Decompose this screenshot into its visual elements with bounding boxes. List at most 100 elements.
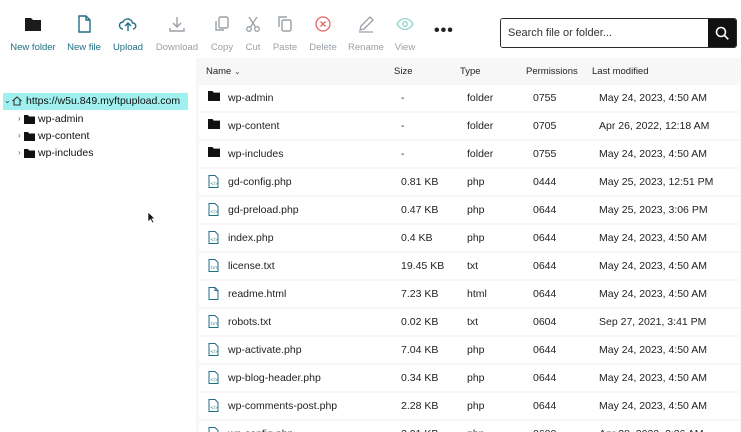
file-permissions: 0644 [533,232,557,244]
chevron-right-icon[interactable]: › [18,148,21,157]
file-name: robots.txt [228,316,272,328]
column-header-type[interactable]: Type [460,66,481,77]
table-row[interactable]: </> gd-preload.php 0.47 KB php 0644 May 25, 2… [199,197,740,223]
file-size: 0.81 KB [401,176,439,188]
search-input[interactable] [501,19,709,47]
column-header-modified[interactable]: Last modified [592,66,649,77]
file-size: 0.34 KB [401,372,439,384]
file-permissions: 0604 [533,316,557,328]
folder-icon [24,132,35,141]
search-button[interactable] [708,19,736,47]
file-name: readme.html [228,288,287,300]
svg-text:TXT: TXT [209,265,218,270]
new-folder-label: New folder [10,42,56,53]
file-type: txt [467,316,479,328]
file-icon [208,287,219,303]
more-options-icon[interactable]: ••• [434,22,454,40]
table-row[interactable]: </> wp-comments-post.php 2.28 KB php 0644 May… [199,393,740,419]
folder-icon [24,149,35,158]
search-icon [715,26,729,40]
file-name: wp-activate.php [228,344,302,356]
upload-label: Upload [112,42,144,53]
folder-tree: ⌄ https://w5u.849.myftpupload.com › wp-a… [0,58,196,432]
table-row[interactable]: readme.html 7.23 KB html 0644 May 24, 2023, … [199,281,740,307]
file-size: - [401,120,405,132]
chevron-right-icon[interactable]: › [18,114,21,123]
tree-item-label: wp-admin [38,113,84,125]
file-permissions: 0755 [533,92,557,104]
php-file-icon: </> [208,399,219,415]
file-modified: Apr 26, 2022, 12:18 AM [599,120,710,132]
file-modified: May 24, 2023, 4:50 AM [599,148,707,160]
file-size: 7.04 KB [401,344,439,356]
file-modified: May 24, 2023, 4:50 AM [599,372,707,384]
table-row[interactable]: </> gd-config.php 0.81 KB php 0444 May 25, 20… [199,169,740,195]
file-name: wp-config.php [228,428,293,432]
new-folder-button[interactable]: New folder [7,14,59,53]
tree-root-item[interactable]: ⌄ https://w5u.849.myftpupload.com [3,93,188,110]
file-size: 0.4 KB [401,232,433,244]
file-name: license.txt [228,260,275,272]
chevron-right-icon[interactable]: › [18,131,21,140]
upload-button[interactable]: Upload [102,14,154,53]
file-modified: May 24, 2023, 4:50 AM [599,260,707,272]
table-row[interactable]: </> wp-config.php 3.01 KB php 0600 Apr 28, 20… [199,421,740,432]
tree-item-label: wp-includes [38,147,94,159]
file-type: php [467,344,485,356]
file-size: - [401,92,405,104]
column-header-size[interactable]: Size [394,66,412,77]
file-size: - [401,148,405,160]
php-file-icon: </> [208,175,219,191]
file-size: 0.47 KB [401,204,439,216]
file-modified: Sep 27, 2021, 3:41 PM [599,316,707,328]
table-row[interactable]: wp-content - folder 0705 Apr 26, 2022, 12:18… [199,113,740,139]
file-type: php [467,232,485,244]
file-list: Name ⌄ Size Type Permissions Last modifi… [196,58,741,432]
table-row[interactable]: wp-admin - folder 0755 May 24, 2023, 4:50 AM [199,85,740,111]
table-row[interactable]: TXT license.txt 19.45 KB txt 0644 May 24, 202… [199,253,740,279]
column-header-name[interactable]: Name ⌄ [206,66,241,77]
svg-text:</>: </> [210,237,218,242]
php-file-icon: </> [208,371,219,387]
file-name: gd-preload.php [228,204,299,216]
file-permissions: 0600 [533,428,556,432]
sort-chevron-icon: ⌄ [233,67,241,76]
table-row[interactable]: TXT robots.txt 0.02 KB txt 0604 Sep 27, 2021,… [199,309,740,335]
file-permissions: 0705 [533,120,557,132]
file-size: 7.23 KB [401,288,439,300]
file-permissions: 0644 [533,260,557,272]
txt-file-icon: TXT [208,259,219,275]
table-row[interactable]: </> wp-activate.php 7.04 KB php 0644 May 24, … [199,337,740,363]
file-name: wp-admin [228,92,274,104]
svg-text:</>: </> [210,405,218,410]
delete-circle-icon [315,16,331,32]
tree-root-label: https://w5u.849.myftpupload.com [26,95,181,107]
svg-text:</>: </> [210,349,218,354]
file-modified: May 24, 2023, 4:50 AM [599,344,707,356]
php-file-icon: </> [208,343,219,359]
svg-text:</>: </> [210,181,218,186]
chevron-down-icon[interactable]: ⌄ [4,96,11,105]
table-row[interactable]: </> wp-blog-header.php 0.34 KB php 0644 May 2… [199,365,740,391]
file-type: folder [467,148,494,160]
file-modified: May 24, 2023, 4:50 AM [599,400,707,412]
tree-item-label: wp-content [38,130,90,142]
php-file-icon: </> [208,231,219,247]
file-modified: May 24, 2023, 4:50 AM [599,92,707,104]
table-row[interactable]: </> index.php 0.4 KB php 0644 May 24, 2023, 4… [199,225,740,251]
paste-icon [278,16,292,32]
file-permissions: 0755 [533,148,557,160]
file-name: wp-comments-post.php [228,400,338,412]
file-permissions: 0644 [533,344,557,356]
mouse-cursor-icon [147,211,156,224]
view-button[interactable]: View [379,14,431,53]
php-file-icon: </> [208,203,219,219]
home-icon [12,96,22,106]
file-modified: May 25, 2023, 12:51 PM [599,176,714,188]
file-permissions: 0444 [533,176,557,188]
file-name: index.php [228,232,274,244]
file-modified: May 24, 2023, 4:50 AM [599,232,707,244]
column-header-permissions[interactable]: Permissions [526,66,578,77]
table-row[interactable]: wp-includes - folder 0755 May 24, 2023, 4:50… [199,141,740,167]
file-name: wp-blog-header.php [228,372,321,384]
